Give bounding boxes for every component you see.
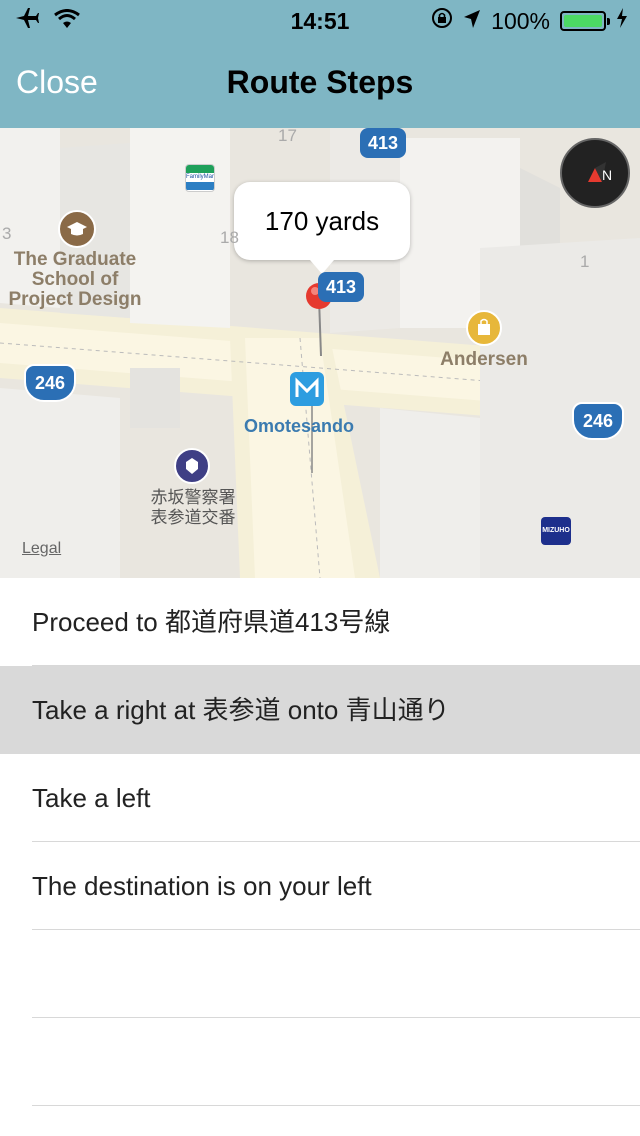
empty-row xyxy=(0,930,640,1018)
step-text: The destination is on your left xyxy=(32,871,372,901)
poi-label-andersen: Andersen xyxy=(440,349,528,370)
location-arrow-icon xyxy=(463,8,481,35)
convenience-store-icon[interactable]: FamilyMart xyxy=(185,164,215,192)
svg-text:N: N xyxy=(602,167,612,183)
bank-icon[interactable]: MIZUHO xyxy=(541,517,571,545)
status-bar: 14:51 100% xyxy=(0,0,640,40)
police-box-label: 赤坂警察署 表参道交番 xyxy=(150,488,236,527)
graduation-cap-icon[interactable] xyxy=(58,210,96,248)
poi-label-school: The Graduate School of Project Design xyxy=(8,249,142,310)
battery-percent: 100% xyxy=(491,7,550,34)
header: 14:51 100% Close Route Steps xyxy=(0,0,640,128)
route-246-shield: 246 xyxy=(24,364,76,402)
route-413-shield: 413 xyxy=(360,128,406,158)
step-text: Take a left xyxy=(32,783,151,813)
shopping-bag-icon[interactable] xyxy=(466,310,502,346)
step-row[interactable]: Take a right at 表参道 onto 青山通り xyxy=(0,666,640,754)
map-number: 1 xyxy=(580,252,590,271)
status-right: 100% xyxy=(431,7,628,35)
station-label: Omotesando xyxy=(244,416,355,436)
map-number: 18 xyxy=(220,228,239,247)
route-246-shield: 246 xyxy=(572,402,624,440)
step-row[interactable]: Proceed to 都道府県道413号線 xyxy=(0,578,640,666)
empty-row xyxy=(0,1018,640,1106)
route-steps-list: Proceed to 都道府県道413号線 Take a right at 表参… xyxy=(0,578,640,1106)
route-413-shield: 413 xyxy=(318,272,364,302)
subway-station-icon[interactable] xyxy=(290,372,324,406)
compass-icon[interactable]: N xyxy=(560,138,630,208)
rotation-lock-icon xyxy=(431,7,453,35)
legal-link[interactable]: Legal xyxy=(22,540,61,558)
step-text: Proceed to 都道府県道413号線 xyxy=(32,607,391,637)
distance-callout: 170 yards xyxy=(234,182,410,274)
map-view[interactable]: 170 yards N 413 413 246 246 17 18 3 1 Th… xyxy=(0,128,640,578)
page-title: Route Steps xyxy=(226,64,414,100)
police-badge-icon[interactable] xyxy=(174,448,210,484)
battery-icon xyxy=(560,11,610,31)
row-divider xyxy=(32,1105,640,1106)
charging-icon xyxy=(616,7,628,35)
map-number: 17 xyxy=(278,128,297,145)
step-text: Take a right at 表参道 onto 青山通り xyxy=(32,695,450,725)
step-row[interactable]: The destination is on your left xyxy=(0,842,640,930)
map-number: 3 xyxy=(2,224,12,243)
step-row[interactable]: Take a left xyxy=(0,754,640,842)
